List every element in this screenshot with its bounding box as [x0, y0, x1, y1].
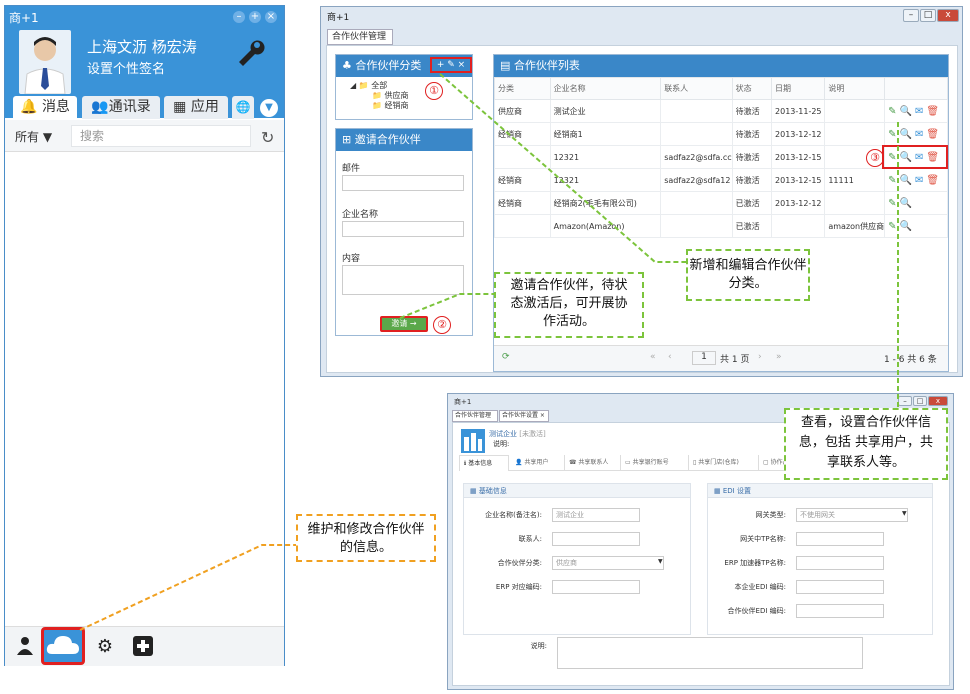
callout-invite: 邀请合作伙伴，待状态激活后，可开展协作活动。: [494, 272, 644, 338]
callout-settings: 查看，设置合作伙伴信息，包括 共享用户，共享联系人等。: [784, 408, 948, 480]
callout-category: 新增和编辑合作伙伴分类。: [686, 249, 810, 301]
callout-maintain: 维护和修改合作伙伴的信息。: [296, 514, 436, 562]
connector-lines: [79, 73, 899, 631]
